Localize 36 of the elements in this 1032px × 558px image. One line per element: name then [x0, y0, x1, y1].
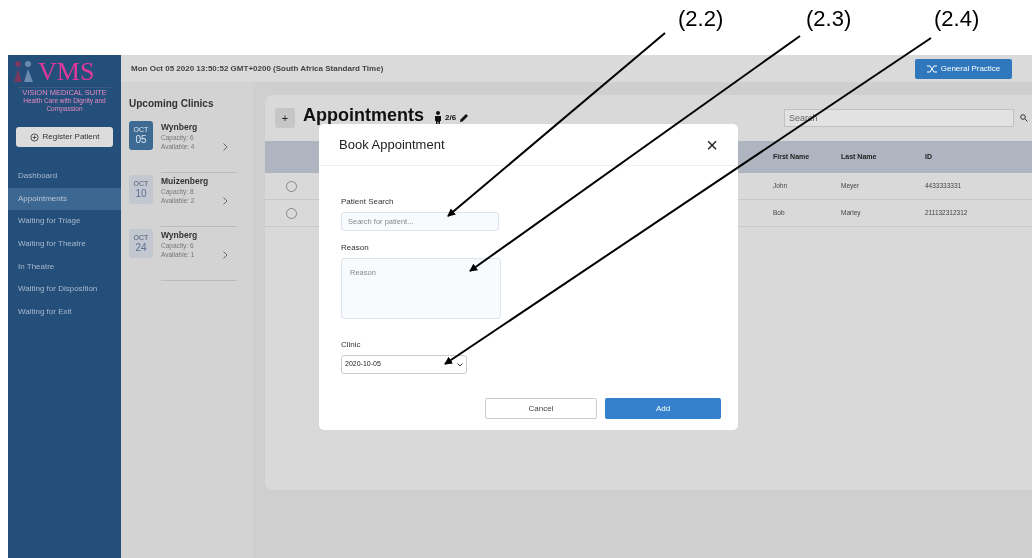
appointments-heading: Appointments — [303, 106, 424, 124]
add-button[interactable]: + — [275, 108, 295, 128]
cancel-button[interactable]: Cancel — [485, 398, 597, 419]
clinic-name: Muizenberg — [161, 175, 210, 187]
close-button[interactable]: × — [706, 134, 718, 155]
field-label: Clinic — [341, 339, 362, 351]
nav-item[interactable]: Waiting for Triage — [8, 210, 121, 233]
date-time-text: Mon Oct 05 2020 13:50:52 GMT+0200 (South Africa Standard Time) — [131, 62, 384, 75]
count-text: 2/6 — [445, 112, 457, 124]
callout-label: (2.3) — [806, 8, 852, 30]
nav-item[interactable]: Waiting for Disposition — [8, 277, 121, 301]
clinic-name: Wynberg — [161, 229, 199, 241]
search-icon — [1020, 114, 1028, 122]
field-label: Reason — [341, 242, 370, 254]
people-logo-icon — [12, 60, 36, 84]
logo-title: VMS — [38, 59, 95, 85]
dialog-title: Book Appointment — [339, 135, 445, 154]
chevron-right-icon — [223, 196, 228, 205]
chevron-right-icon — [223, 250, 228, 259]
general-practice-button[interactable]: General Practice — [915, 58, 1012, 79]
shuffle-icon — [926, 64, 937, 73]
clinic-name: Wynberg — [161, 121, 199, 133]
field-label: Patient Search — [341, 196, 395, 208]
chevron-down-icon — [457, 362, 463, 367]
add-button[interactable]: Add — [605, 398, 721, 419]
callout-label: (2.4) — [934, 8, 980, 30]
callout-label: (2.2) — [678, 8, 724, 30]
nav-item[interactable]: Waiting for Theatre — [8, 232, 121, 256]
nav-item[interactable]: Waiting for Exit — [8, 300, 121, 324]
nav-item[interactable]: In Theatre — [8, 255, 121, 278]
nav-item[interactable]: Appointments — [8, 187, 121, 211]
nav-item[interactable]: Dashboard — [8, 165, 121, 188]
plus-circle-icon — [29, 132, 39, 142]
chevron-right-icon — [223, 142, 228, 151]
register-patient-button[interactable]: Register Patient — [16, 127, 113, 147]
upcoming-clinics-heading: Upcoming Clinics — [129, 97, 215, 111]
